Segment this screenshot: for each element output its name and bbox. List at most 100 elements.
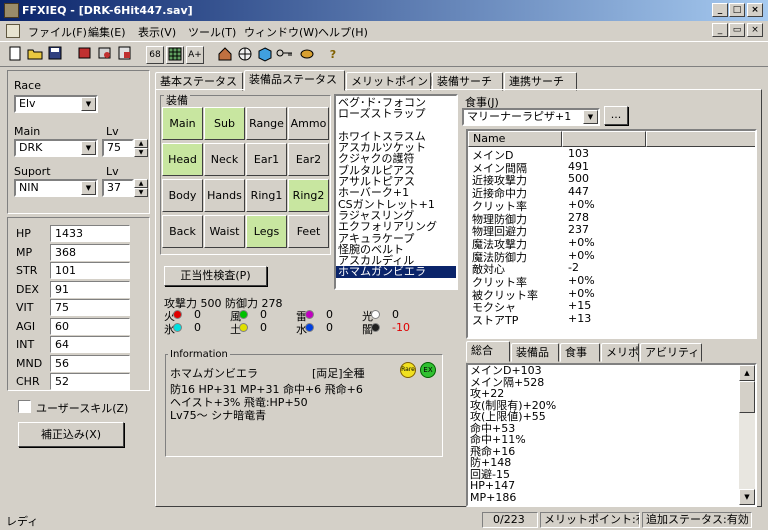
slot-body-button[interactable]: Body xyxy=(162,179,203,212)
summary-item: 命中+11% xyxy=(470,433,526,446)
slot-back-button[interactable]: Back xyxy=(162,215,203,248)
maximize-button[interactable]: □ xyxy=(729,3,745,17)
menu-help[interactable]: ヘルプ(H) xyxy=(318,24,368,40)
summary-item: メインD+103 xyxy=(470,364,542,377)
menu-view[interactable]: 表示(V) xyxy=(138,24,176,40)
menu-edit[interactable]: 編集(E) xyxy=(88,24,126,40)
subtab-2[interactable]: 食事 xyxy=(560,343,600,362)
support-lv-spinner[interactable]: ▲ ▼ xyxy=(134,179,148,197)
status-extra: 追加ステータス:有効 xyxy=(642,512,752,528)
list-item[interactable]: ローズストラップ xyxy=(336,108,456,119)
book-icon[interactable] xyxy=(76,46,94,64)
slot-ear1-button[interactable]: Ear1 xyxy=(246,143,287,176)
cube-icon[interactable] xyxy=(256,46,274,64)
spin-down-icon[interactable]: ▼ xyxy=(134,188,148,197)
mdi-restore-button[interactable]: ▭ xyxy=(729,23,745,37)
user-skill-checkbox[interactable] xyxy=(18,400,31,413)
spin-down-icon[interactable]: ▼ xyxy=(134,148,148,157)
scroll-up-icon[interactable]: ▲ xyxy=(739,365,755,381)
name-column-header[interactable]: Name xyxy=(468,131,562,147)
food-icon[interactable] xyxy=(298,46,316,64)
chevron-down-icon[interactable]: ▼ xyxy=(81,97,96,111)
tab-1[interactable]: 装備品ステータス xyxy=(244,70,345,91)
aplus-icon[interactable]: A+ xyxy=(186,46,204,64)
list-item[interactable]: ホーバーク+1 xyxy=(336,187,456,198)
slot-neck-button[interactable]: Neck xyxy=(204,143,245,176)
summary-list[interactable]: メインD+103 メイン隔+528 攻+22 攻(制限有)+20% 攻(上限値)+55 命… xyxy=(466,363,757,507)
race-select[interactable]: Elv ▼ xyxy=(14,95,98,113)
slot-hands-button[interactable]: Hands xyxy=(204,179,245,212)
stat-value-agi: 60 xyxy=(50,317,130,335)
value-column-header[interactable] xyxy=(562,131,646,147)
house-icon[interactable] xyxy=(216,46,234,64)
main-lv-spinner[interactable]: ▲ ▼ xyxy=(134,139,148,157)
slot-ear2-button[interactable]: Ear2 xyxy=(288,143,329,176)
summary-item: HP+147 xyxy=(470,479,516,492)
menu-tools[interactable]: ツール(T) xyxy=(188,24,236,40)
slot-ammo-button[interactable]: Ammo xyxy=(288,107,329,140)
help-icon[interactable]: ? xyxy=(324,46,342,64)
subtab-4[interactable]: アビリティ xyxy=(640,343,702,362)
menu-window[interactable]: ウィンドウ(W) xyxy=(244,24,318,40)
subtab-1[interactable]: 装備品 xyxy=(511,343,559,362)
slot-range-button[interactable]: Range xyxy=(246,107,287,140)
ex-badge-icon: EX xyxy=(420,362,436,378)
info-slot-tag: [両足]全種 xyxy=(312,367,365,380)
spin-up-icon[interactable]: ▲ xyxy=(134,139,148,148)
menu-file[interactable]: ファイル(F) xyxy=(28,24,87,40)
info-item-name: ホマムガンビエラ xyxy=(170,367,258,380)
food-select[interactable]: マリーナーラピザ+1 ▼ xyxy=(462,108,600,126)
slot-ring1-button[interactable]: Ring1 xyxy=(246,179,287,212)
extra-column-header[interactable] xyxy=(646,131,755,147)
slot-sub-button[interactable]: Sub xyxy=(204,107,245,140)
subtab-0[interactable]: 総合 xyxy=(466,341,510,362)
main-lv-input[interactable]: 75 xyxy=(102,139,134,157)
check-button[interactable]: 正当性検査(P) xyxy=(164,266,267,286)
chevron-down-icon[interactable]: ▼ xyxy=(81,181,96,195)
mdi-minimize-button[interactable]: _ xyxy=(712,23,728,37)
book2-icon[interactable] xyxy=(96,46,114,64)
stat-row-value: +0% xyxy=(568,235,595,249)
slot-waist-button[interactable]: Waist xyxy=(204,215,245,248)
main-job-select[interactable]: DRK ▼ xyxy=(14,139,98,157)
list-item[interactable]: エクフォリアリング xyxy=(336,221,456,232)
support-lv-input[interactable]: 37 xyxy=(102,179,134,197)
equipped-item-list[interactable]: ベグ･ド･フォコン ローズストラップ ホワイトスラスム アスカルツケット クジャクの護符… xyxy=(334,94,458,290)
subtab-3[interactable]: メリポ xyxy=(601,343,639,362)
globe-icon[interactable] xyxy=(236,46,254,64)
slot-head-button[interactable]: Head xyxy=(162,143,203,176)
key-icon[interactable] xyxy=(276,46,294,64)
race-value: Elv xyxy=(19,97,36,110)
chevron-down-icon[interactable]: ▼ xyxy=(81,141,96,155)
stat-row-value: -2 xyxy=(568,261,579,275)
list-item[interactable]: ホマムガンビエラ xyxy=(336,266,456,278)
open-icon[interactable] xyxy=(26,46,44,64)
calc-icon[interactable] xyxy=(116,46,134,64)
slot-main-button[interactable]: Main xyxy=(162,107,203,140)
num68-icon[interactable]: 68 xyxy=(146,46,164,64)
new-icon[interactable] xyxy=(6,46,24,64)
scroll-down-icon[interactable]: ▼ xyxy=(739,489,755,505)
summary-scrollbar[interactable]: ▲ ▼ xyxy=(739,365,755,505)
food-browse-button[interactable]: ... xyxy=(604,106,628,125)
slot-legs-button[interactable]: Legs xyxy=(246,215,287,248)
chevron-down-icon[interactable]: ▼ xyxy=(583,110,598,124)
support-job-select[interactable]: NIN ▼ xyxy=(14,179,98,197)
adjust-button[interactable]: 補正込み(X) xyxy=(18,422,124,447)
scroll-thumb[interactable] xyxy=(739,381,755,413)
slot-ring2-button[interactable]: Ring2 xyxy=(288,179,329,212)
spin-up-icon[interactable]: ▲ xyxy=(134,179,148,188)
save-icon[interactable] xyxy=(46,46,64,64)
stat-table[interactable]: Name メインD 103 メイン間隔 491 近接攻撃力 500 近接命中力 447 クリット… xyxy=(466,129,757,339)
status-ready: レディ xyxy=(6,515,39,528)
element-dot-icon xyxy=(173,323,182,332)
stat-label-agi: AGI xyxy=(16,319,36,333)
slot-feet-button[interactable]: Feet xyxy=(288,215,329,248)
lv-label: Lv xyxy=(106,125,119,138)
mdi-close-button[interactable]: × xyxy=(747,23,763,37)
support-label: Suport xyxy=(14,165,51,178)
close-button[interactable]: × xyxy=(747,3,763,17)
grid-icon[interactable] xyxy=(166,46,184,64)
user-skill-label: ユーザースキル(Z) xyxy=(36,402,129,415)
minimize-button[interactable]: _ xyxy=(712,3,728,17)
